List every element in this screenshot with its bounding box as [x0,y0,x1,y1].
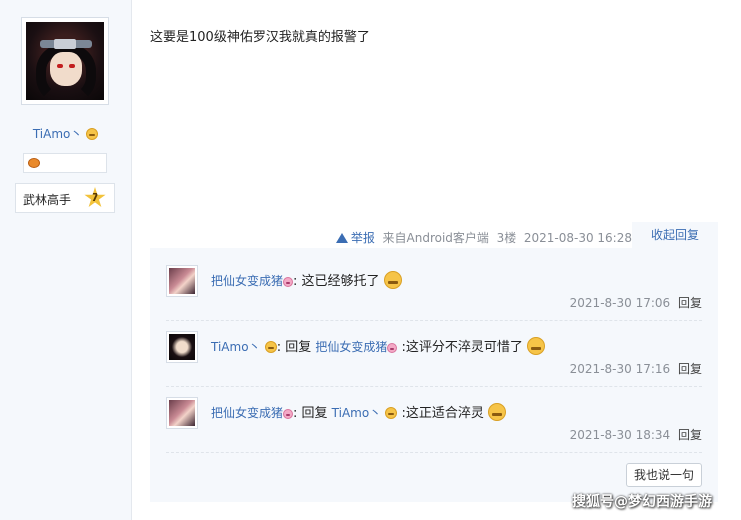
comment-avatar[interactable] [166,265,198,297]
comment-meta: 2021-8-30 17:06 回复 [570,294,702,311]
comment-username[interactable]: TiAmo丶 [211,340,261,354]
comment-body: :这正适合淬灵 [397,406,484,421]
comment-text: 把仙女变成猪: 这已经够托了 [211,270,402,289]
comment-reply-to[interactable]: 把仙女变成猪 [315,340,387,354]
avatar-image [26,22,104,100]
comment-reply-to[interactable]: TiAmo丶 [332,406,382,420]
comment-reply-link[interactable]: 回复 [678,362,702,376]
comment-username[interactable]: 把仙女变成猪 [211,274,283,288]
comment-divider [166,452,702,453]
comment-reply-link[interactable]: 回复 [678,296,702,310]
author-username-text[interactable]: TiAmo丶 [33,127,83,141]
post-meta-info: 举报 来自Android客户端 3楼 2021-08-30 16:28 [335,229,632,246]
comment-body: :这评分不淬灵可惜了 [397,340,523,355]
post-content: 这要是100级神佑罗汉我就真的报警了 [150,30,370,45]
surprised-emoji-icon [488,403,507,421]
author-sidebar: TiAmo丶 武林高手 7 [0,0,132,520]
comment-divider [166,386,702,387]
comment-item: TiAmo丶 : 回复 把仙女变成猪 :这评分不淬灵可惜了 2021-8-30 … [166,331,702,401]
author-avatar[interactable] [21,17,109,105]
comment-item: 把仙女变成猪 : 回复 TiAmo丶 :这正适合淬灵 2021-8-30 18:3… [166,397,702,467]
comment-time: 2021-8-30 17:06 [569,296,671,310]
smile-emoji-icon [86,128,99,140]
pig-emoji-icon [283,277,294,287]
comment-time: 2021-8-30 17:16 [569,362,671,376]
comment-text: TiAmo丶 : 回复 把仙女变成猪 :这评分不淬灵可惜了 [211,336,546,355]
post-timestamp: 2021-08-30 16:28 [523,231,632,245]
comment-reply-prefix: : 回复 [293,406,332,421]
post-floor: 3楼 [496,231,517,245]
pig-emoji-icon [283,409,294,419]
report-link[interactable]: 举报 [351,231,375,245]
comment-reply-link[interactable]: 回复 [678,428,702,442]
comment-item: 把仙女变成猪: 这已经够托了 2021-8-30 17:06 回复 [166,265,702,335]
comment-text: 把仙女变成猪 : 回复 TiAmo丶 :这正适合淬灵 [211,402,507,421]
rank-title: 武林高手 [23,193,72,207]
comment-body: 这已经够托了 [297,274,380,289]
rank-box: 武林高手 7 [15,183,115,213]
watermark-text: 搜狐号@梦幻西游手游 [572,494,712,510]
smile-emoji-icon [385,407,398,419]
comment-meta: 2021-8-30 17:16 回复 [570,360,702,377]
comment-username[interactable]: 把仙女变成猪 [211,406,283,420]
user-badge-box [23,153,107,173]
comment-avatar[interactable] [166,397,198,429]
grimace-emoji-icon [383,271,402,289]
comment-time: 2021-8-30 18:34 [569,428,671,442]
comment-reply-prefix: : 回复 [276,340,316,355]
collapse-replies-button[interactable]: 收起回复 [632,222,718,248]
post-meta-bar: 举报 来自Android客户端 3楼 2021-08-30 16:28 收起回复 [150,222,718,248]
author-username[interactable]: TiAmo丶 [0,125,131,142]
comment-area: 把仙女变成猪: 这已经够托了 2021-8-30 17:06 回复 TiAmo丶… [150,248,718,502]
level-star-icon: 7 [84,187,106,208]
pig-emoji-icon [387,343,398,353]
comment-divider [166,320,702,321]
comment-meta: 2021-8-30 18:34 回复 [570,426,702,443]
post-source: 来自Android客户端 [382,231,489,245]
smile-emoji-icon [264,341,277,353]
comment-avatar[interactable] [166,331,198,363]
warning-icon[interactable] [335,233,348,243]
badge-icon [28,158,40,168]
say-something-button[interactable]: 我也说一句 [626,463,702,487]
smile-emoji-icon [527,337,546,355]
